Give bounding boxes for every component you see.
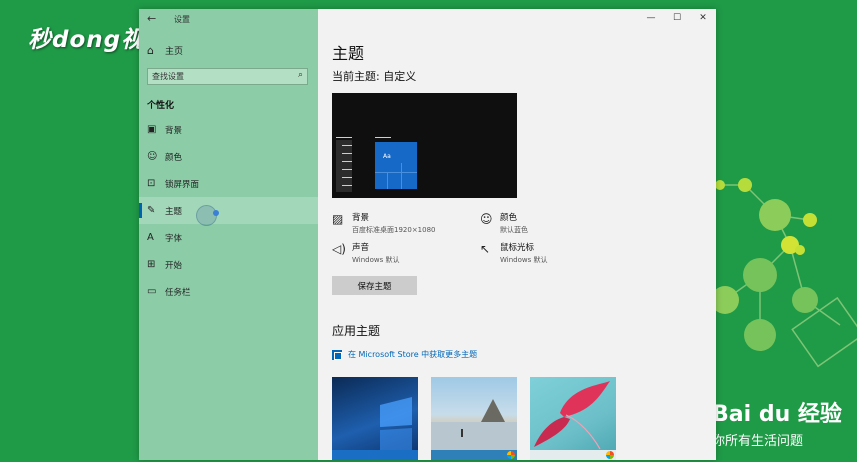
sidebar-item-background[interactable]: ▣ 背景 bbox=[139, 116, 318, 143]
theme-icon: ✎ bbox=[147, 205, 156, 216]
active-indicator bbox=[139, 203, 142, 218]
preview-tile bbox=[375, 142, 417, 189]
apply-theme-heading: 应用主题 bbox=[332, 324, 381, 338]
themes-panel: — ☐ ✕ 主题 当前主题: 自定义 Aa ▨ 背景 百度标准桌面1920×10… bbox=[318, 9, 716, 460]
window-controls: — ☐ ✕ bbox=[638, 9, 716, 27]
home-label: 主页 bbox=[165, 47, 184, 57]
windows-logo-graphic bbox=[380, 397, 412, 450]
page-title: 主题 bbox=[332, 44, 365, 63]
maximize-button[interactable]: ☐ bbox=[664, 9, 690, 27]
cursor-setting-value: Windows 默认 bbox=[500, 256, 548, 264]
titlebar: ← 设置 bbox=[139, 9, 318, 29]
sidebar-item-label: 开始 bbox=[165, 260, 183, 271]
preview-line bbox=[375, 137, 391, 138]
background-setting-name: 背景 bbox=[352, 213, 370, 223]
windows-badge-icon bbox=[606, 451, 614, 459]
thumbnail-bar bbox=[431, 450, 517, 460]
pointer-icon: ↖ bbox=[480, 242, 491, 256]
color-setting-name: 颜色 bbox=[500, 213, 518, 223]
color-setting-value: 默认蓝色 bbox=[500, 226, 528, 234]
decorative-network-graphic bbox=[711, 178, 857, 368]
sidebar-item-label: 字体 bbox=[165, 233, 183, 244]
personalization-nav: ▣ 背景 ☺ 颜色 ⊡ 锁屏界面 ✎ 主题 A 字体 ⊞ 开始 ▭ 任务栏 bbox=[139, 116, 318, 305]
home-nav-item[interactable]: ⌂ 主页 bbox=[147, 44, 183, 57]
preview-tile-text: Aa bbox=[383, 153, 391, 160]
search-icon[interactable]: ⌕ bbox=[298, 70, 303, 80]
baidu-watermark-title: Bai du 经验 bbox=[712, 402, 842, 427]
thumbnail-bar bbox=[530, 450, 616, 460]
current-theme-label: 当前主题: 自定义 bbox=[332, 70, 417, 83]
section-heading: 个性化 bbox=[147, 101, 175, 111]
preview-grid-line bbox=[387, 172, 388, 189]
store-icon bbox=[332, 349, 342, 360]
sidebar-item-label: 主题 bbox=[165, 206, 183, 217]
home-icon: ⌂ bbox=[147, 44, 154, 57]
theme-thumbnail-flowers[interactable] bbox=[530, 377, 616, 460]
theme-thumbnail-windows-10[interactable] bbox=[431, 377, 517, 460]
sidebar-item-lockscreen[interactable]: ⊡ 锁屏界面 bbox=[139, 170, 318, 197]
flower-graphic bbox=[534, 381, 610, 450]
sidebar-item-fonts[interactable]: A 字体 bbox=[139, 224, 318, 251]
settings-window: ← 设置 ⌂ 主页 ⌕ 个性化 ▣ 背景 ☺ 颜色 ⊡ 锁屏界面 bbox=[139, 9, 716, 460]
font-icon: A bbox=[147, 232, 154, 243]
preview-line bbox=[342, 153, 352, 154]
palette-icon: ☺ bbox=[480, 212, 493, 226]
windows-badge-icon bbox=[507, 451, 515, 459]
sidebar-item-label: 背景 bbox=[165, 125, 183, 136]
palette-icon: ☺ bbox=[147, 151, 158, 162]
cursor-setting[interactable]: ↖ 鼠标光标 Windows 默认 bbox=[480, 241, 547, 265]
cursor-setting-name: 鼠标光标 bbox=[500, 243, 535, 253]
sidebar-item-label: 锁屏界面 bbox=[165, 179, 200, 190]
sound-setting-name: 声音 bbox=[352, 243, 370, 253]
sidebar-item-taskbar[interactable]: ▭ 任务栏 bbox=[139, 278, 318, 305]
baidu-watermark-subtitle: 你所有生活问题 bbox=[712, 434, 804, 449]
background-setting[interactable]: ▨ 背景 百度标准桌面1920×1080 bbox=[332, 211, 436, 235]
window-title: 设置 bbox=[174, 15, 190, 24]
preview-line bbox=[336, 137, 352, 138]
preview-line bbox=[342, 185, 352, 186]
taskbar-icon: ▭ bbox=[147, 286, 157, 297]
preview-line bbox=[342, 169, 352, 170]
search-box[interactable]: ⌕ bbox=[147, 68, 308, 85]
store-link-label: 在 Microsoft Store 中获取更多主题 bbox=[348, 350, 478, 359]
color-setting[interactable]: ☺ 颜色 默认蓝色 bbox=[480, 211, 528, 235]
store-link[interactable]: 在 Microsoft Store 中获取更多主题 bbox=[332, 349, 477, 360]
save-theme-button[interactable]: 保存主题 bbox=[332, 276, 417, 295]
minimize-button[interactable]: — bbox=[638, 9, 664, 27]
landscape-graphic bbox=[431, 399, 517, 450]
theme-preview[interactable]: Aa bbox=[332, 93, 517, 198]
theme-thumbnail-windows[interactable] bbox=[332, 377, 418, 460]
thumbnail-bar bbox=[332, 450, 418, 460]
mouse-cursor-icon bbox=[213, 210, 219, 216]
close-button[interactable]: ✕ bbox=[690, 9, 716, 27]
preview-grid-line bbox=[375, 172, 417, 173]
background-setting-value: 百度标准桌面1920×1080 bbox=[352, 226, 436, 234]
preview-line bbox=[342, 161, 352, 162]
back-arrow-icon[interactable]: ← bbox=[147, 12, 156, 25]
sidebar-item-start[interactable]: ⊞ 开始 bbox=[139, 251, 318, 278]
baidu-watermark: Bai du 经验 你所有生活问题 bbox=[712, 396, 842, 449]
preview-grid-line bbox=[401, 163, 402, 189]
preview-line bbox=[342, 145, 352, 146]
speaker-icon: ◁) bbox=[332, 242, 346, 256]
sidebar-item-color[interactable]: ☺ 颜色 bbox=[139, 143, 318, 170]
sound-setting[interactable]: ◁) 声音 Windows 默认 bbox=[332, 241, 399, 265]
start-icon: ⊞ bbox=[147, 259, 156, 270]
image-icon: ▨ bbox=[332, 212, 344, 226]
sidebar-item-label: 任务栏 bbox=[165, 287, 191, 298]
sidebar-item-label: 颜色 bbox=[165, 152, 183, 163]
search-input[interactable] bbox=[148, 69, 288, 84]
sidebar-item-themes[interactable]: ✎ 主题 bbox=[139, 197, 318, 224]
settings-sidebar: ← 设置 ⌂ 主页 ⌕ 个性化 ▣ 背景 ☺ 颜色 ⊡ 锁屏界面 bbox=[139, 9, 318, 460]
preview-line bbox=[342, 177, 352, 178]
lockscreen-icon: ⊡ bbox=[147, 178, 156, 189]
sound-setting-value: Windows 默认 bbox=[352, 256, 400, 264]
background-icon: ▣ bbox=[147, 124, 157, 135]
